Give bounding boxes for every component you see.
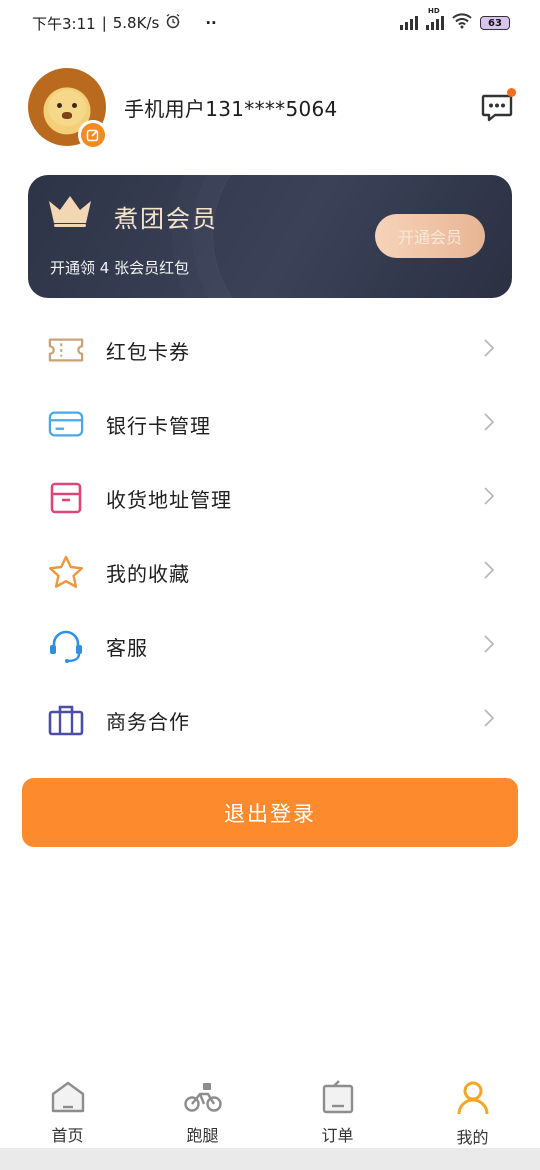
chevron-right-icon [484, 635, 495, 657]
menu-item-label: 银行卡管理 [106, 413, 211, 438]
chevron-right-icon [484, 339, 495, 361]
status-bar: 下午3:11 | 5.8K/s ·· HD 63 [0, 0, 540, 46]
username: 手机用户131****5064 [124, 96, 338, 121]
menu-list: 红包卡券 银行卡管理 收货地址管理 我的收藏 客服 商务合作 [0, 313, 540, 757]
signal-icon [400, 16, 418, 30]
membership-title: 煮团会员 [114, 205, 218, 233]
briefcase-icon [48, 702, 84, 738]
edit-avatar-button[interactable] [78, 120, 108, 150]
message-button[interactable] [480, 88, 516, 124]
status-separator: | [101, 14, 107, 32]
tab-label: 跑腿 [186, 1126, 219, 1145]
star-icon [48, 554, 84, 590]
status-dots: ·· [205, 14, 217, 32]
lion-eye-left [57, 103, 62, 108]
menu-item-label: 我的收藏 [106, 561, 190, 586]
menu-item-label: 商务合作 [106, 709, 190, 734]
tab-orders[interactable]: 订单 [270, 1068, 405, 1148]
lion-eye-right [72, 103, 77, 108]
menu-item-address[interactable]: 收货地址管理 [0, 461, 540, 535]
chevron-right-icon [484, 413, 495, 435]
battery-icon: 63 [480, 16, 510, 30]
avatar[interactable] [28, 68, 108, 150]
menu-item-label: 收货地址管理 [106, 487, 232, 512]
headset-icon [48, 628, 84, 664]
alarm-icon [165, 13, 181, 33]
open-membership-button[interactable]: 开通会员 [375, 214, 485, 258]
signal-hd-icon: HD [426, 7, 444, 30]
tab-label: 我的 [456, 1128, 489, 1147]
membership-subtitle: 开通领 4 张会员红包 [50, 259, 190, 277]
menu-item-customer-service[interactable]: 客服 [0, 609, 540, 683]
ticket-icon [48, 332, 84, 368]
status-time: 下午3:11 [32, 14, 96, 33]
chevron-right-icon [484, 487, 495, 509]
unread-dot [507, 88, 516, 97]
address-box-icon [48, 480, 84, 516]
logout-button[interactable]: 退出登录 [22, 778, 518, 847]
wifi-icon [452, 13, 472, 33]
system-nav-bar [0, 1148, 540, 1170]
profile-icon [457, 1081, 488, 1115]
order-icon [322, 1080, 353, 1114]
lion-nose [62, 112, 72, 119]
tab-label: 订单 [321, 1126, 354, 1145]
status-speed: 5.8K/s [112, 14, 160, 32]
edit-icon [86, 129, 99, 142]
crown-icon [46, 193, 94, 233]
bank-card-icon [48, 406, 84, 442]
status-left: 下午3:11 | 5.8K/s ·· [32, 13, 217, 34]
bottom-tab-bar: 首页 跑腿 订单 我的 [0, 1068, 540, 1148]
menu-item-label: 红包卡券 [106, 339, 190, 364]
tab-errands[interactable]: 跑腿 [135, 1068, 270, 1148]
menu-item-favorites[interactable]: 我的收藏 [0, 535, 540, 609]
menu-item-bank-cards[interactable]: 银行卡管理 [0, 387, 540, 461]
menu-item-business[interactable]: 商务合作 [0, 683, 540, 757]
chevron-right-icon [484, 561, 495, 583]
home-icon [51, 1081, 84, 1113]
profile-header: 手机用户131****5064 [28, 62, 518, 152]
tab-home[interactable]: 首页 [0, 1068, 135, 1148]
tab-label: 首页 [51, 1126, 84, 1145]
tab-mine[interactable]: 我的 [405, 1068, 540, 1148]
menu-item-coupons[interactable]: 红包卡券 [0, 313, 540, 387]
menu-item-label: 客服 [106, 635, 148, 660]
chevron-right-icon [484, 709, 495, 731]
status-right: HD 63 [400, 7, 510, 33]
lion-face [48, 90, 86, 126]
network-type-label: HD [428, 7, 440, 15]
membership-card[interactable]: 煮团会员 开通领 4 张会员红包 开通会员 [28, 175, 512, 298]
bike-icon [183, 1083, 222, 1112]
